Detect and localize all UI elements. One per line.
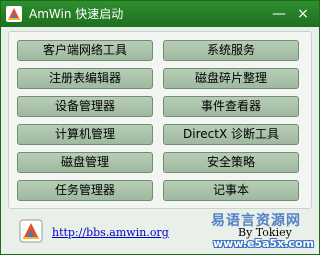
client-network-tool-button[interactable]: 客户端网络工具 <box>17 40 153 61</box>
amwin-logo-icon <box>6 6 22 22</box>
title-bar[interactable]: AmWin 快速启动 — × <box>1 1 319 27</box>
watermark-url: www.e5a5x.com <box>213 237 314 250</box>
disk-management-button[interactable]: 磁盘管理 <box>17 152 153 173</box>
forum-link[interactable]: http://bbs.amwin.org <box>52 226 169 240</box>
system-services-button[interactable]: 系统服务 <box>163 40 299 61</box>
minimize-icon[interactable]: — <box>269 4 289 24</box>
directx-diagnostic-button[interactable]: DirectX 诊断工具 <box>163 124 299 145</box>
computer-management-button[interactable]: 计算机管理 <box>17 124 153 145</box>
quick-launch-window: AmWin 快速启动 — × 客户端网络工具 系统服务 注册表编辑器 磁盘碎片整… <box>0 0 320 255</box>
close-icon[interactable]: × <box>293 4 313 24</box>
event-viewer-button[interactable]: 事件查看器 <box>163 96 299 117</box>
tools-panel: 客户端网络工具 系统服务 注册表编辑器 磁盘碎片整理 设备管理器 事件查看器 计… <box>8 31 312 209</box>
registry-editor-button[interactable]: 注册表编辑器 <box>17 68 153 89</box>
notepad-button[interactable]: 记事本 <box>163 180 299 201</box>
task-manager-button[interactable]: 任务管理器 <box>17 180 153 201</box>
amwin-footer-logo-icon <box>19 219 43 243</box>
device-manager-button[interactable]: 设备管理器 <box>17 96 153 117</box>
security-policy-button[interactable]: 安全策略 <box>163 152 299 173</box>
disk-defrag-button[interactable]: 磁盘碎片整理 <box>163 68 299 89</box>
watermark-cn: 易语言资源网 <box>211 213 301 229</box>
window-title: AmWin 快速启动 <box>29 7 124 21</box>
